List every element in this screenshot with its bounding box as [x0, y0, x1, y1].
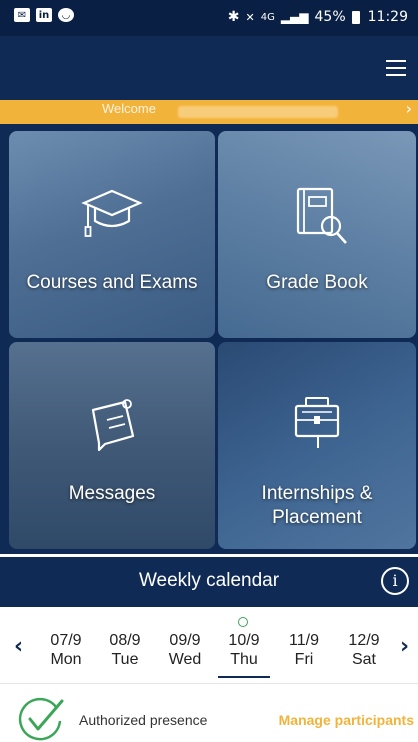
chevron-right-icon[interactable]: › [400, 634, 409, 659]
authorized-presence-label: Authorized presence [79, 712, 208, 728]
day-sat[interactable]: 12/9 Sat [338, 631, 390, 669]
day-name: Sat [351, 651, 376, 668]
tile-title-line-2: Placement [272, 507, 362, 528]
mute-icon: ✕ [245, 10, 255, 24]
day-date: 07/9 [50, 632, 82, 649]
battery-percent: 45% [314, 9, 346, 25]
check-circle-icon [18, 697, 64, 741]
presence-footer: Authorized presence Manage participants [0, 683, 418, 742]
blurred-user-name [178, 106, 338, 118]
status-left-icons: ✉ in ◡ [14, 8, 74, 22]
week-day-selector: ‹ 07/9 Mon 08/9 Tue 09/9 Wed 10/9 Thu 11… [0, 607, 418, 683]
app-bar [0, 36, 418, 100]
day-name: Thu [230, 651, 258, 668]
today-indicator-icon [238, 617, 248, 627]
linkedin-icon: in [36, 8, 52, 22]
day-date: 12/9 [348, 632, 380, 649]
day-name: Tue [111, 651, 139, 668]
welcome-banner[interactable]: Welcome › [0, 99, 418, 124]
tile-title: Grade Book [266, 272, 368, 293]
chat-icon: ◡ [58, 8, 74, 22]
battery-icon [351, 10, 360, 24]
welcome-label: Welcome [102, 101, 156, 116]
bluetooth-icon: ✱ [227, 9, 240, 25]
mail-icon: ✉ [14, 8, 30, 22]
day-tue[interactable]: 08/9 Tue [99, 631, 151, 669]
clock: 11:29 [367, 9, 408, 25]
message-note-icon [91, 399, 135, 452]
day-date: 11/9 [289, 632, 319, 649]
day-date: 09/9 [169, 632, 201, 649]
day-wed[interactable]: 09/9 Wed [159, 631, 211, 669]
weekly-calendar-title: Weekly calendar [138, 570, 280, 591]
chevron-right-icon: › [405, 99, 412, 118]
day-fri[interactable]: 11/9 Fri [278, 631, 330, 669]
tile-courses-and-exams[interactable]: Courses and Exams [9, 131, 215, 338]
day-mon[interactable]: 07/9 Mon [40, 631, 92, 669]
signal-icon: ▂▄▆ [280, 10, 309, 24]
network-label: 4G [260, 11, 275, 23]
day-name: Mon [50, 651, 82, 668]
tile-title: Courses and Exams [26, 272, 198, 293]
manage-participants-link[interactable]: Manage participants [279, 712, 414, 728]
weekly-calendar-header: Weekly calendar i [0, 557, 418, 607]
status-bar: ✉ in ◡ ✱ ✕ 4G ▂▄▆ 45% 11:29 [0, 0, 418, 36]
graduation-cap-icon [81, 189, 143, 237]
tile-title: Messages [68, 483, 156, 504]
day-name: Wed [168, 651, 202, 668]
status-right: ✱ ✕ 4G ▂▄▆ 45% 11:29 [228, 9, 408, 25]
tile-title-line-1: Internships & [261, 483, 373, 504]
menu-icon[interactable] [386, 60, 406, 76]
day-name: Fri [294, 651, 314, 668]
tile-internships-and-placement[interactable]: Internships & Placement [218, 342, 416, 549]
day-date: 10/9 [228, 632, 260, 649]
info-icon[interactable]: i [381, 567, 409, 595]
day-date: 08/9 [109, 632, 141, 649]
tile-grade-book[interactable]: Grade Book [218, 131, 416, 338]
briefcase-icon [294, 397, 340, 448]
chevron-left-icon[interactable]: ‹ [14, 634, 23, 659]
tile-messages[interactable]: Messages [9, 342, 215, 549]
day-thu-selected[interactable]: 10/9 Thu [218, 631, 270, 678]
book-search-icon [296, 187, 347, 244]
